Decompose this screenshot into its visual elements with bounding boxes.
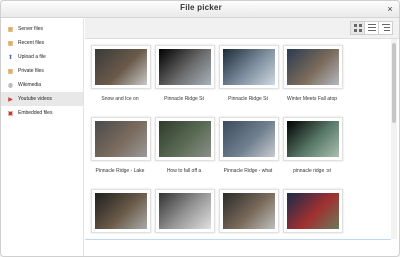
- wikimedia-icon: ◍: [7, 82, 14, 89]
- sidebar-item[interactable]: ▦ Private files: [1, 64, 83, 78]
- file-thumbnail[interactable]: [155, 189, 215, 233]
- file-tile[interactable]: Pinnacle Ridge - what: [219, 117, 279, 174]
- file-tile[interactable]: Pinnacle Ridge Blitz: [219, 189, 279, 239]
- recent-files-icon: ▦: [7, 40, 14, 47]
- thumbnail-image: [223, 121, 275, 157]
- file-caption: Pinnacle Ridge St: [228, 96, 268, 102]
- file-thumbnail[interactable]: [155, 45, 215, 89]
- file-tile[interactable]: Pinnacle Ridge St: [219, 45, 279, 102]
- file-thumbnail[interactable]: [91, 189, 151, 233]
- upload-file-icon: ⬆: [7, 54, 14, 61]
- icons-view-icon: [353, 24, 362, 32]
- tree-view-button[interactable]: [378, 21, 393, 35]
- sidebar-item-label: Upload a file: [18, 54, 46, 60]
- list-view-button[interactable]: [364, 21, 379, 35]
- file-thumbnail[interactable]: [283, 117, 343, 161]
- dialog-title: File picker: [180, 3, 222, 12]
- sidebar-item-label: Server files: [18, 26, 44, 32]
- file-caption: How to fall off a: [166, 168, 202, 174]
- thumbnail-image: [287, 49, 339, 85]
- close-icon[interactable]: ×: [385, 4, 395, 14]
- file-tile[interactable]: Grigio Summertime ands: [283, 189, 343, 239]
- thumbnail-image: [223, 49, 275, 85]
- file-thumbnail[interactable]: [283, 189, 343, 233]
- toolbar: [85, 18, 399, 39]
- file-picker-dialog: File picker × ▦ Server files ▦ Recent files…: [0, 0, 400, 257]
- file-caption: Pinnacle Ridge St: [164, 96, 204, 102]
- sidebar-item[interactable]: ⬆ Upload a file: [1, 50, 83, 64]
- file-tile[interactable]: How to fall off a: [155, 117, 215, 174]
- file-caption: Snow and Ice on: [101, 96, 139, 102]
- file-caption: Pinnacle Ridge - Lake: [95, 168, 145, 174]
- file-thumbnail[interactable]: [91, 117, 151, 161]
- thumbnail-image: [95, 193, 147, 229]
- thumbnail-image: [287, 121, 339, 157]
- icons-view-button[interactable]: [350, 21, 365, 35]
- sidebar-item[interactable]: ▣ Embedded files: [1, 106, 83, 120]
- file-caption: Winter Meets Fall atop: [286, 96, 338, 102]
- scrollbar-thumb[interactable]: [392, 43, 396, 123]
- file-thumbnail[interactable]: [155, 117, 215, 161]
- private-files-icon: ▦: [7, 68, 14, 75]
- thumbnail-image: [223, 193, 275, 229]
- list-view-icon: [367, 24, 376, 31]
- sidebar-item[interactable]: ▦ Recent files: [1, 36, 83, 50]
- sidebar-item-label: Wikimedia: [18, 82, 42, 88]
- sidebar-item[interactable]: ▦ Server files: [1, 22, 83, 36]
- dialog-titlebar: File picker ×: [1, 1, 399, 18]
- file-thumbnail[interactable]: [91, 45, 151, 89]
- thumbnail-image: [95, 49, 147, 85]
- sidebar-item-label: Youtube videos: [18, 96, 53, 102]
- thumbnail-image: [95, 121, 147, 157]
- file-tile[interactable]: pinnacle ridge :st: [283, 117, 343, 174]
- embedded-files-icon: ▣: [7, 110, 14, 117]
- file-tile[interactable]: pinnacle ridge .9: [155, 189, 215, 239]
- content-bottom-border: [85, 239, 391, 240]
- file-tile[interactable]: Snow and Ice on: [91, 45, 151, 102]
- file-thumbnail[interactable]: [283, 45, 343, 89]
- sidebar-item-label: Recent files: [18, 40, 45, 46]
- file-tile[interactable]: Pinnacle Ridge St: [155, 45, 215, 102]
- sidebar-item-label: Private files: [18, 68, 44, 74]
- file-thumbnail[interactable]: [219, 117, 279, 161]
- file-tile[interactable]: Hatfield & McCoy Trail: [91, 189, 151, 239]
- thumbnail-image: [159, 49, 211, 85]
- view-switcher: [350, 21, 393, 35]
- tree-view-icon: [381, 24, 390, 31]
- file-tile[interactable]: Pinnacle Ridge - Lake: [91, 117, 151, 174]
- file-caption: Pinnacle Ridge - what: [223, 168, 273, 174]
- scrollbar[interactable]: [391, 39, 397, 239]
- thumbnail-image: [159, 193, 211, 229]
- sidebar-item[interactable]: ◍ Wikimedia: [1, 78, 83, 92]
- file-grid: Snow and Ice on Pinnacle Ridge St Pinnacle…: [85, 39, 391, 239]
- sidebar-item-label: Embedded files: [18, 110, 53, 116]
- file-thumbnail[interactable]: [219, 45, 279, 89]
- repository-sidebar: ▦ Server files ▦ Recent files ⬆ Upload a file…: [1, 18, 84, 256]
- youtube-icon: ▶: [8, 96, 13, 103]
- sidebar-item[interactable]: ▶ Youtube videos: [1, 92, 83, 106]
- thumbnail-image: [159, 121, 211, 157]
- server-files-icon: ▦: [7, 26, 14, 33]
- file-caption: pinnacle ridge :st: [293, 168, 331, 174]
- file-tile[interactable]: Winter Meets Fall atop: [283, 45, 343, 102]
- thumbnail-image: [287, 193, 339, 229]
- file-thumbnail[interactable]: [219, 189, 279, 233]
